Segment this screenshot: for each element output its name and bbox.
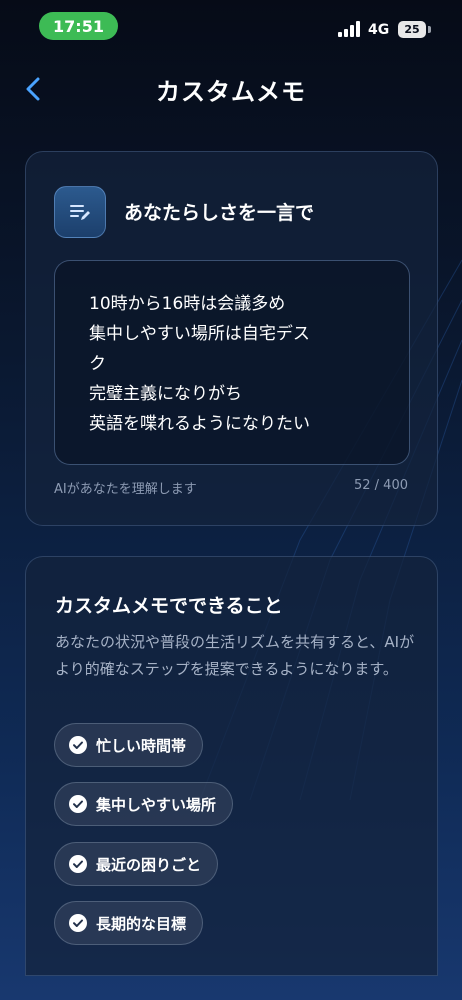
memo-line: ク bbox=[89, 354, 106, 374]
feature-chip: 長期的な目標 bbox=[54, 901, 204, 945]
features-card: カスタムメモでできること あなたの状況や普段の生活リズムを共有すると、AIがより… bbox=[25, 556, 438, 976]
check-circle-icon bbox=[69, 914, 87, 932]
battery-tip bbox=[428, 26, 431, 33]
check-circle-icon bbox=[69, 855, 87, 873]
chip-label: 長期的な目標 bbox=[96, 914, 187, 933]
memo-line: 英語を喋れるようになりたい bbox=[89, 414, 310, 434]
battery-icon: 25 bbox=[398, 21, 426, 38]
chip-label: 最近の困りごと bbox=[96, 855, 202, 874]
status-bar: 17:51 4G 25 bbox=[0, 0, 462, 52]
features-title: カスタムメモでできること bbox=[55, 595, 283, 617]
network-type: 4G bbox=[368, 22, 390, 38]
check-circle-icon bbox=[69, 795, 87, 813]
memo-line: 10時から16時は会議多め bbox=[89, 294, 286, 314]
battery-level: 25 bbox=[404, 23, 420, 36]
character-counter: 52 / 400 bbox=[354, 478, 408, 493]
feature-chip: 集中しやすい場所 bbox=[54, 782, 233, 826]
custom-memo-card: あなたらしさを一言で 10時から16時は会議多め 集中しやすい場所は自宅デス ク… bbox=[25, 151, 438, 526]
status-time: 17:51 bbox=[39, 12, 118, 40]
card-heading: あなたらしさを一言で bbox=[124, 202, 315, 224]
features-description: あなたの状況や普段の生活リズムを共有すると、AIがより的確なステップを提案できる… bbox=[55, 633, 415, 678]
cellular-signal-icon bbox=[338, 21, 360, 37]
page-title: カスタムメモ bbox=[156, 78, 306, 106]
helper-text: AIがあなたを理解します bbox=[54, 482, 197, 497]
chip-label: 忙しい時間帯 bbox=[96, 736, 187, 755]
chip-label: 集中しやすい場所 bbox=[96, 795, 216, 814]
check-circle-icon bbox=[69, 736, 87, 754]
edit-note-icon bbox=[54, 186, 106, 238]
feature-chip: 忙しい時間帯 bbox=[54, 723, 204, 767]
memo-line: 完璧主義になりがち bbox=[89, 384, 242, 404]
memo-textarea[interactable]: 10時から16時は会議多め 集中しやすい場所は自宅デス ク 完璧主義になりがち … bbox=[54, 260, 410, 465]
feature-chip: 最近の困りごと bbox=[54, 842, 219, 886]
memo-line: 集中しやすい場所は自宅デス bbox=[89, 324, 310, 344]
